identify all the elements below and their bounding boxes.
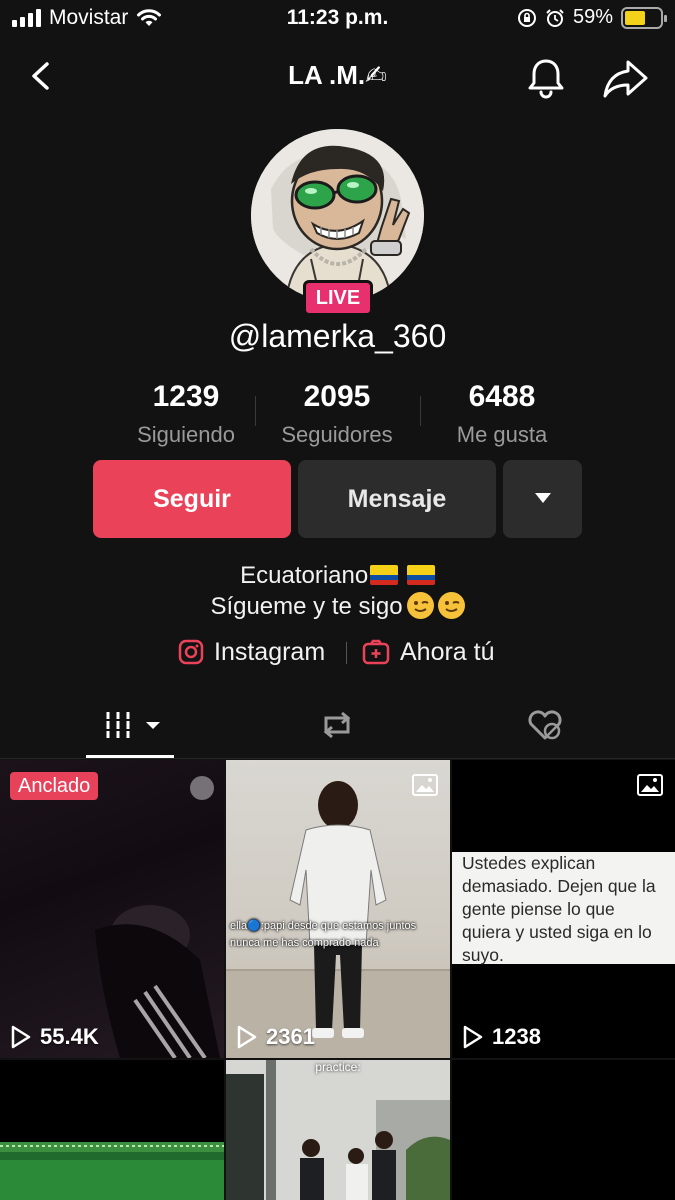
view-count-value: 2361 [266, 1024, 315, 1049]
battery-icon [621, 6, 667, 29]
tab-videos[interactable] [0, 700, 225, 758]
bio-text-1: Ecuatoriano [240, 562, 369, 589]
profile-tabs [0, 700, 675, 760]
pinned-badge: Anclado [10, 772, 99, 800]
avatar-cartoon-image [251, 129, 424, 302]
instagram-link[interactable]: Instagram [178, 634, 325, 670]
profile-links: Instagram Ahora tú [0, 634, 675, 670]
orientation-lock-icon [517, 8, 536, 27]
video-thumbnail[interactable] [0, 1060, 224, 1200]
likes-count: 6488 [468, 380, 536, 413]
video-thumbnail-image [226, 1060, 450, 1200]
photo-icon [412, 774, 438, 796]
alarm-icon [546, 8, 564, 27]
video-thumbnail[interactable] [452, 1060, 675, 1200]
ecuador-flag-icon [370, 565, 399, 585]
view-count-value: 1238 [492, 1024, 541, 1049]
ecuador-flag-icon [406, 565, 435, 585]
following-label: Siguiendo [137, 422, 235, 447]
stat-likes[interactable]: 6488 Me gusta [426, 380, 578, 448]
play-icon [463, 1025, 483, 1049]
message-button[interactable]: Mensaje [298, 460, 496, 538]
follow-button[interactable]: Seguir [93, 460, 291, 538]
winking-face-icon [406, 592, 434, 619]
profile-display-name: LA .M.✍ [288, 60, 387, 90]
share-arrow-icon[interactable] [600, 54, 650, 102]
video-thumbnail[interactable]: Ustedes explican demasiado. Dejen que la… [452, 760, 675, 1058]
bio-line-2: Sígueme y te sigo [0, 592, 675, 621]
link-divider [346, 642, 347, 664]
ahora-tu-link-label: Ahora tú [400, 637, 495, 666]
instagram-icon [178, 639, 204, 665]
video-caption-overlay: practice: [315, 1060, 361, 1074]
status-bar-right: 59% [517, 6, 667, 29]
view-count: 2361 [236, 1024, 315, 1050]
liked-hidden-icon [528, 710, 562, 740]
video-thumbnail[interactable]: practice: [226, 1060, 450, 1200]
suggested-accounts-button[interactable] [503, 460, 582, 538]
bio-line-1: Ecuatoriano [0, 562, 675, 590]
winking-face-icon [437, 592, 465, 619]
grid-icon [106, 712, 160, 738]
battery-percent: 59% [572, 6, 613, 28]
video-grid: Anclado 55.4K ella🔵:papi desde que estam… [0, 760, 675, 1200]
profile-nav-bar: LA .M.✍ [0, 48, 675, 104]
notification-bell-icon[interactable] [522, 54, 570, 102]
profile-stats: 1239 Siguiendo 2095 Seguidores 6488 Me g… [110, 380, 565, 450]
video-thumbnail-image [226, 781, 450, 1058]
following-count: 1239 [152, 380, 220, 413]
video-thumbnail-image [95, 776, 220, 1058]
profile-avatar[interactable] [251, 129, 424, 302]
video-thumbnail[interactable]: Anclado 55.4K [0, 760, 224, 1058]
photo-icon [637, 774, 663, 796]
tabs-divider [0, 758, 675, 759]
video-caption-overlay: ella🔵:papi desde que estamos juntos nunc… [230, 920, 417, 949]
instagram-link-label: Instagram [214, 637, 326, 666]
quote-text-card: Ustedes explican demasiado. Dejen que la… [452, 852, 675, 965]
view-count: 55.4K [10, 1024, 99, 1050]
likes-label: Me gusta [456, 422, 548, 447]
followers-count: 2095 [303, 380, 371, 413]
stat-following[interactable]: 1239 Siguiendo [110, 380, 262, 448]
status-bar: Movistar 11:23 p.m. 59% [0, 0, 675, 38]
tab-liked[interactable] [450, 700, 675, 758]
video-thumbnail[interactable]: ella🔵:papi desde que estamos juntos nunc… [226, 760, 450, 1058]
play-icon [237, 1025, 257, 1049]
caret-down-icon [535, 493, 551, 503]
video-thumbnail-image [0, 1142, 224, 1200]
view-count-value: 55.4K [40, 1024, 99, 1049]
battery-fill [625, 10, 646, 25]
play-icon [11, 1025, 31, 1049]
stat-followers[interactable]: 2095 Seguidores [261, 380, 413, 448]
view-count: 1238 [462, 1024, 541, 1050]
bio-text-2: Sígueme y te sigo [210, 593, 403, 620]
repost-icon [323, 711, 351, 739]
tab-reposts[interactable] [225, 700, 450, 758]
followers-label: Seguidores [281, 422, 393, 447]
ahora-tu-link[interactable]: Ahora tú [362, 634, 495, 670]
live-badge[interactable]: LIVE [303, 280, 373, 316]
username-handle: @lamerka_360 [228, 318, 447, 354]
add-post-icon [362, 639, 390, 665]
stat-divider [420, 396, 421, 426]
stat-divider [255, 396, 256, 426]
